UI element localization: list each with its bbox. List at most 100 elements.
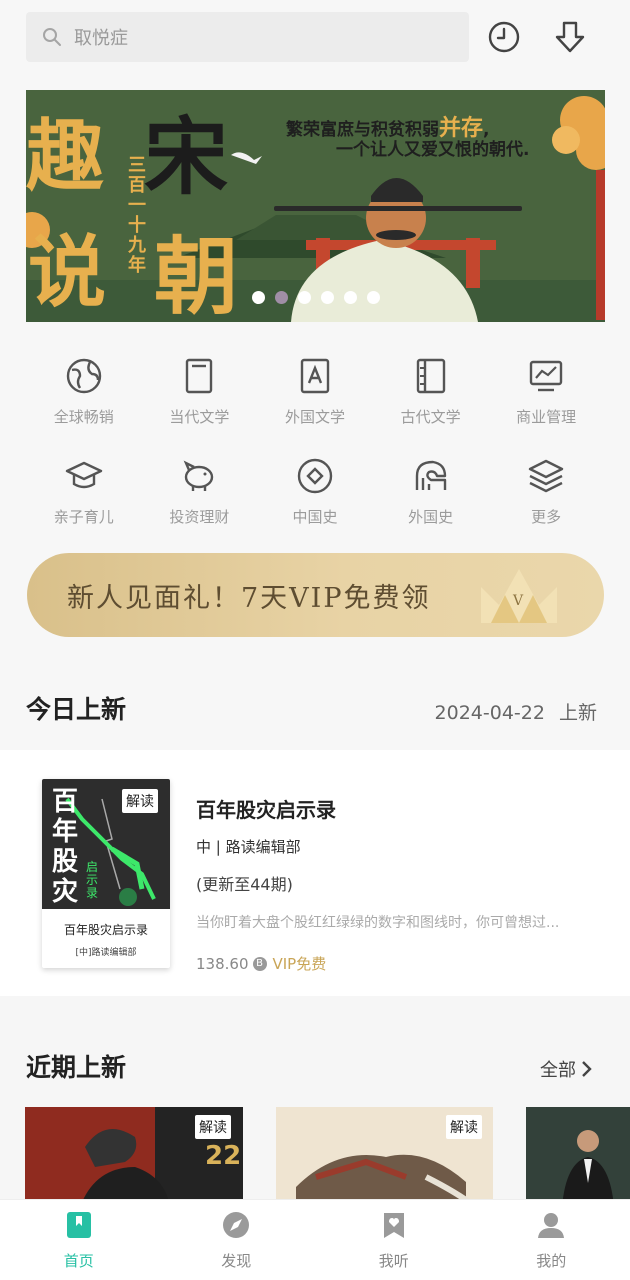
cover-title: 百 年 股 灾 <box>52 787 88 907</box>
book-description: 当你盯着大盘个股红红绿绿的数字和图线时，你可曾想过... <box>196 915 560 931</box>
compass-icon <box>223 1212 250 1238</box>
today-section-title: 今日上新 <box>26 695 127 724</box>
banner-subtitle: 三百一十九年 <box>128 155 146 276</box>
today-date: 2024-04-22 <box>434 702 545 724</box>
banner-dot[interactable] <box>344 291 357 304</box>
category-business[interactable]: 商业管理 <box>488 352 604 452</box>
category-grid: 全球畅销 当代文学 外国文学 古代文学 商业管理 亲子育儿 投资理财 中国史 外… <box>26 352 604 552</box>
nav-home[interactable]: 首页 <box>0 1200 158 1280</box>
banner-title-char-2: 说 <box>28 227 107 318</box>
cover-char: 百 <box>52 787 79 817</box>
crown-letter: V <box>513 593 524 609</box>
recent-book-card[interactable]: 解读 <box>276 1107 493 1207</box>
banner-dot[interactable] <box>275 291 288 304</box>
banner-title-char-3: 宋 <box>144 107 229 206</box>
coin-icon: B <box>252 956 267 971</box>
banner-dot[interactable] <box>367 291 380 304</box>
user-icon <box>538 1213 565 1238</box>
book-update-status: (更新至44期) <box>196 875 293 894</box>
category-label: 外国文学 <box>284 408 345 426</box>
graduation-cap-icon <box>65 461 102 489</box>
vip-free-label: VIP免费 <box>272 955 327 973</box>
coin-diamond-icon <box>297 458 333 494</box>
recent-section: 近期上新 全部 解读 221 解读 <box>0 996 630 1207</box>
recent-badge: 解读 <box>446 1115 482 1139</box>
category-foreign-history[interactable]: 外国史 <box>373 452 489 552</box>
cover-caption: 百年股灾启示录 <box>63 923 148 937</box>
category-label: 投资理财 <box>169 508 230 526</box>
today-book-card[interactable]: 百 年 股 灾 启示录 解读 百年股灾启示录 [中]路读编辑部 百年股灾启示录 … <box>0 750 630 996</box>
cover-publisher: [中]路读编辑部 <box>75 948 137 958</box>
chevron-right-icon <box>582 1061 592 1077</box>
category-label: 全球畅销 <box>53 408 114 426</box>
view-all-link[interactable]: 全部 <box>540 1056 594 1082</box>
banner-dot[interactable] <box>321 291 334 304</box>
letter-a-icon <box>300 358 330 394</box>
category-chinese-history[interactable]: 中国史 <box>257 452 373 552</box>
nav-label: 首页 <box>63 1252 94 1270</box>
category-global-bestseller[interactable]: 全球畅销 <box>26 352 142 452</box>
book-author: 中 | 路读编辑部 <box>196 838 301 856</box>
monitor-chart-icon <box>529 360 563 392</box>
nav-discover[interactable]: 发现 <box>158 1200 316 1280</box>
banner-dot[interactable] <box>298 291 311 304</box>
helmet-icon <box>415 460 446 490</box>
nav-label: 我的 <box>536 1252 567 1270</box>
banner-title-char-4: 朝 <box>154 227 239 322</box>
nav-label: 发现 <box>221 1252 252 1270</box>
recent-badge: 解读 <box>195 1115 231 1139</box>
category-more[interactable]: 更多 <box>488 452 604 552</box>
search-bar[interactable]: 取悦症 <box>26 12 469 62</box>
bottom-nav: 首页 发现 我听 我的 <box>0 1199 630 1280</box>
heart-bookmark-icon <box>383 1213 404 1238</box>
cover-char: 灾 <box>52 877 79 907</box>
book-price: 138.60 B VIP免费 <box>196 953 326 974</box>
category-label: 商业管理 <box>516 408 577 426</box>
recent-book-card[interactable] <box>526 1107 630 1207</box>
category-investment[interactable]: 投资理财 <box>142 452 258 552</box>
banner-tagline-2: 一个让人又爱又恨的朝代. <box>336 140 530 160</box>
cover-subtitle: 启示录 <box>86 860 99 900</box>
piggy-bank-icon <box>183 460 214 491</box>
history-clock-icon[interactable] <box>485 18 523 56</box>
banner-title-char-1: 趣 <box>26 111 105 202</box>
download-icon[interactable] <box>551 18 589 56</box>
scroll-book-icon <box>416 358 445 394</box>
price-value: 138.60 <box>196 954 249 973</box>
nav-mine[interactable]: 我的 <box>473 1200 630 1280</box>
cover-char: 股 <box>52 847 79 877</box>
category-label: 外国史 <box>408 508 454 526</box>
cover-char: 年 <box>52 817 79 847</box>
category-foreign-lit[interactable]: 外国文学 <box>257 352 373 452</box>
recent-section-title: 近期上新 <box>26 1053 127 1082</box>
vip-gift-text: 新人见面礼！7天VIP免费领 <box>67 582 431 614</box>
book-cover[interactable]: 百 年 股 灾 启示录 解读 百年股灾启示录 [中]路读编辑部 <box>42 779 170 968</box>
category-label: 古代文学 <box>400 408 461 426</box>
recent-book-card[interactable]: 解读 221 <box>25 1107 243 1207</box>
category-ancient-lit[interactable]: 古代文学 <box>373 352 489 452</box>
banner-dot[interactable] <box>252 291 265 304</box>
globe-icon <box>66 358 101 394</box>
category-parenting[interactable]: 亲子育儿 <box>26 452 142 552</box>
vip-gift-banner[interactable]: 新人见面礼！7天VIP免费领 V <box>27 553 604 637</box>
banner-pagination <box>252 291 380 304</box>
today-date-label: 2024-04-22 上新 <box>435 698 597 725</box>
bookmark-home-icon <box>66 1212 91 1238</box>
promo-banner[interactable]: 趣 说 宋 朝 三百一十九年 繁荣富庶与积贫积弱并存, 一个让人又爱又恨的朝代. <box>26 90 605 322</box>
category-contemporary-lit[interactable]: 当代文学 <box>142 352 258 452</box>
category-label: 中国史 <box>292 508 338 526</box>
search-icon <box>43 28 61 46</box>
category-label: 更多 <box>531 508 562 526</box>
recent-door-number: 221 <box>205 1141 243 1171</box>
search-input[interactable]: 取悦症 <box>74 24 128 50</box>
category-label: 当代文学 <box>169 408 230 426</box>
book-title[interactable]: 百年股灾启示录 <box>196 794 336 823</box>
book-icon <box>186 358 213 394</box>
category-label: 亲子育儿 <box>53 508 114 526</box>
today-suffix: 上新 <box>558 702 597 724</box>
nav-listen[interactable]: 我听 <box>315 1200 473 1280</box>
view-all-label: 全部 <box>540 1060 576 1081</box>
recent-cover-art <box>526 1107 630 1207</box>
nav-label: 我听 <box>378 1252 409 1270</box>
layers-icon <box>528 459 564 493</box>
